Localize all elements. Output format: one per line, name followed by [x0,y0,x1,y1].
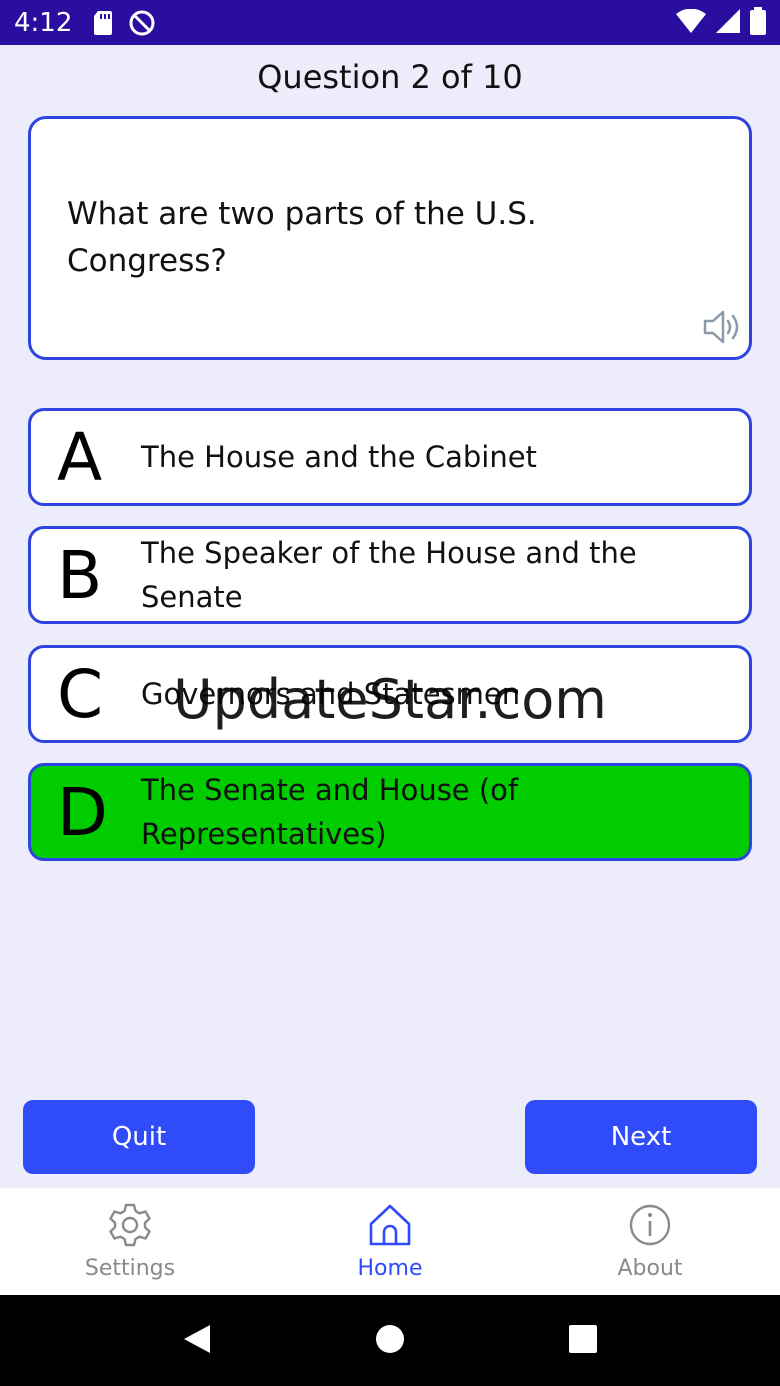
recents-icon[interactable] [568,1324,598,1358]
answer-letter: D [57,773,108,851]
question-card: What are two parts of the U.S. Congress? [28,116,752,360]
gear-icon [107,1202,153,1254]
battery-icon [750,6,766,39]
status-time: 4:12 [14,7,73,38]
system-nav-bar [0,1295,780,1386]
answer-text: The Speaker of the House and the Senate [141,536,637,614]
speaker-icon[interactable] [701,309,741,349]
question-text: What are two parts of the U.S. Congress? [67,196,537,279]
answer-option-b[interactable]: B The Speaker of the House and the Senat… [28,526,752,624]
answer-option-d[interactable]: D The Senate and House (of Representativ… [28,763,752,861]
wifi-icon [676,8,706,37]
answer-text: The House and the Cabinet [141,440,537,474]
quit-button[interactable]: Quit [23,1100,255,1174]
answer-letter: B [57,536,103,614]
nav-label-settings: Settings [84,1256,176,1281]
question-counter: Question 2 of 10 [257,58,523,96]
nav-label-home: Home [357,1256,423,1281]
next-button[interactable]: Next [525,1100,757,1174]
bottom-nav: Settings Home About [0,1188,780,1295]
answer-letter: C [57,655,104,733]
answer-text: The Senate and House (of Representatives… [141,773,519,851]
back-icon[interactable] [182,1323,212,1359]
status-right-icons [676,6,766,39]
status-bar: 4:12 [0,0,780,45]
home-icon [367,1202,413,1254]
info-icon [627,1202,673,1254]
do-not-disturb-icon [128,9,156,37]
home-circle-icon[interactable] [375,1324,405,1358]
answer-option-c[interactable]: C Governors and Statesmen [28,645,752,743]
nav-item-home[interactable]: Home [260,1188,520,1295]
nav-item-about[interactable]: About [520,1188,780,1295]
nav-label-about: About [617,1256,683,1281]
sd-card-icon [94,10,114,35]
signal-icon [716,8,740,37]
answer-option-a[interactable]: A The House and the Cabinet [28,408,752,506]
answer-letter: A [57,418,103,496]
nav-item-settings[interactable]: Settings [0,1188,260,1295]
answer-text: Governors and Statesmen [141,677,521,711]
